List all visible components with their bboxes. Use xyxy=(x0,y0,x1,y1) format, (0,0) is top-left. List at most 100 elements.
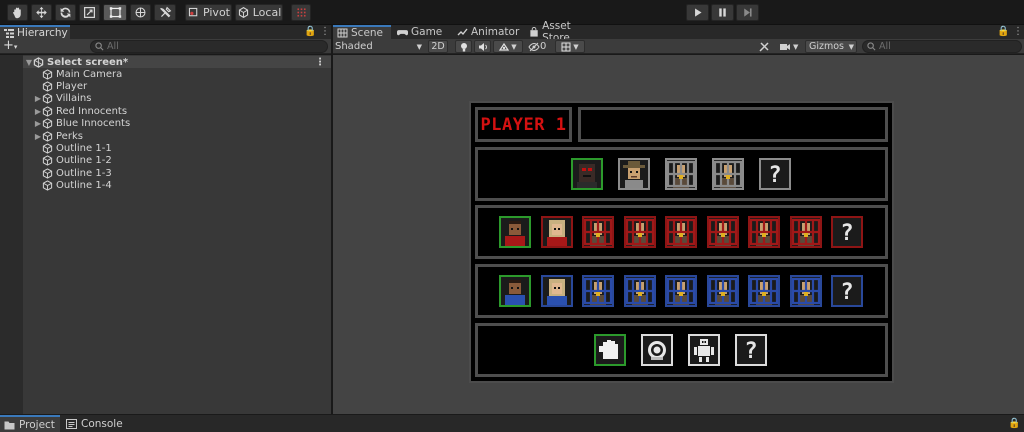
tab-asset-store[interactable]: Asset Store xyxy=(525,20,597,44)
tab-scene[interactable]: Scene xyxy=(333,25,391,39)
hierarchy-gutter xyxy=(0,55,23,414)
hierarchy-item-label: Outline 1-3 xyxy=(56,167,112,179)
expand-arrow-icon[interactable]: ▶ xyxy=(34,132,42,141)
player-select-panel[interactable]: PLAYER 1 ? ? ? ? xyxy=(469,101,894,383)
cube-icon xyxy=(42,118,53,129)
pivot-toggle-button[interactable]: Pivot xyxy=(185,4,232,21)
cube-icon xyxy=(42,180,53,191)
perks-slot-fist-selected[interactable] xyxy=(594,334,626,366)
red-slot-caged[interactable] xyxy=(789,216,822,248)
red-slot-caged[interactable] xyxy=(623,216,656,248)
grid-visibility-dropdown[interactable]: ▼ xyxy=(555,40,585,53)
move-icon xyxy=(36,6,47,19)
tab-console[interactable]: Console xyxy=(62,415,126,432)
scene-search-placeholder: All xyxy=(879,41,891,52)
scene-menu-icon[interactable]: ⋮ xyxy=(315,57,325,68)
local-toggle-button[interactable]: Local xyxy=(235,4,283,21)
transform-tool-button[interactable] xyxy=(130,4,151,21)
red-slot-red-woman[interactable] xyxy=(540,216,573,248)
red-slot-caged[interactable] xyxy=(582,216,614,248)
red-slot-caged[interactable] xyxy=(665,216,697,248)
hierarchy-item[interactable]: Outline 1-3 xyxy=(23,167,331,179)
step-button[interactable] xyxy=(736,4,759,21)
red-slot-caged[interactable] xyxy=(706,216,739,248)
scene-search-input[interactable]: All xyxy=(862,40,1022,53)
expand-arrow-icon[interactable]: ▶ xyxy=(34,119,42,128)
camera-dropdown[interactable]: ▼ xyxy=(779,40,805,53)
expand-arrow-icon[interactable]: ▶ xyxy=(34,94,42,103)
perks-slot-unknown[interactable]: ? xyxy=(735,334,767,366)
villains-slot-caged[interactable] xyxy=(665,158,697,190)
tools-settings-button[interactable] xyxy=(758,40,774,53)
cube-icon xyxy=(42,130,53,142)
hierarchy-item[interactable]: Main Camera xyxy=(23,68,331,80)
tab-animator[interactable]: Animator xyxy=(453,25,523,39)
hierarchy-search-input[interactable]: All xyxy=(90,40,328,53)
perks-slot-robot[interactable] xyxy=(688,334,720,366)
scene-panel-menu-icon[interactable]: ⋮ xyxy=(1013,26,1023,37)
gizmos-dropdown[interactable]: Gizmos ▼ xyxy=(805,40,857,53)
hierarchy-item[interactable]: ▶ Blue Innocents xyxy=(23,118,331,130)
svg-text:?: ? xyxy=(744,339,757,364)
hierarchy-item[interactable]: ▶ Villains xyxy=(23,93,331,105)
blue-slot-blue-man-selected[interactable] xyxy=(499,275,531,307)
panel-menu-icon[interactable]: ⋮ xyxy=(320,26,330,37)
blue-slot-caged[interactable] xyxy=(665,275,697,307)
audio-toggle[interactable] xyxy=(474,40,491,53)
player-name-box[interactable] xyxy=(578,107,888,142)
scene-lock-icon[interactable]: 🔒 xyxy=(997,26,1009,37)
blue-slot-caged[interactable] xyxy=(623,275,656,307)
rect-tool-button[interactable] xyxy=(103,4,127,21)
hierarchy-list-icon xyxy=(4,28,14,38)
blue-slot-caged[interactable] xyxy=(789,275,822,307)
hierarchy-item[interactable]: Player xyxy=(23,80,331,92)
villains-slot-cowboy[interactable] xyxy=(618,158,650,190)
move-tool-button[interactable] xyxy=(31,4,52,21)
rotate-tool-button[interactable] xyxy=(55,4,76,21)
blue-slot-unknown[interactable]: ? xyxy=(831,275,863,307)
blue-slot-caged[interactable] xyxy=(748,275,780,307)
red-slot-caged[interactable] xyxy=(748,216,780,248)
bottom-lock-icon[interactable]: 🔒 xyxy=(1008,418,1020,429)
play-button[interactable] xyxy=(686,4,709,21)
blue-slot-blue-woman[interactable] xyxy=(540,275,573,307)
blue-slot-caged[interactable] xyxy=(706,275,739,307)
play-icon xyxy=(695,8,702,17)
custom-tools-button[interactable] xyxy=(154,4,176,21)
hierarchy-item[interactable]: ▶ Perks xyxy=(23,130,331,142)
blue-slot-caged[interactable] xyxy=(582,275,614,307)
villains-slot-caged[interactable] xyxy=(712,158,744,190)
2d-mode-button[interactable]: 2D xyxy=(428,40,448,53)
effects-dropdown[interactable]: ▼ xyxy=(493,40,523,53)
lighting-toggle[interactable] xyxy=(455,40,472,53)
scene-viewport[interactable]: PLAYER 1 ? ? ? ? xyxy=(333,55,1024,414)
create-button[interactable]: +▾ xyxy=(3,39,23,53)
tab-project[interactable]: Project xyxy=(0,415,60,432)
tab-game[interactable]: Game xyxy=(393,25,451,39)
hidden-objects-toggle[interactable]: 0 xyxy=(528,40,552,53)
expand-arrow-icon[interactable]: ▼ xyxy=(25,58,33,67)
expand-arrow-icon[interactable]: ▶ xyxy=(34,107,42,116)
villains-slot-unknown[interactable]: ? xyxy=(759,158,791,190)
folder-icon xyxy=(4,421,15,430)
tab-console-label: Console xyxy=(81,418,123,430)
villains-slot-face-selected[interactable] xyxy=(571,158,603,190)
caged-portrait-icon xyxy=(584,277,612,305)
hierarchy-item[interactable]: ▶ Red Innocents xyxy=(23,105,331,117)
red-slot-unknown[interactable]: ? xyxy=(831,216,863,248)
scene-row[interactable]: ▼ Select screen* ⋮ xyxy=(23,56,331,68)
pause-button[interactable] xyxy=(711,4,734,21)
hand-tool-button[interactable] xyxy=(7,4,28,21)
local-label: Local xyxy=(252,6,282,19)
grid-snap-button[interactable] xyxy=(291,4,311,21)
hierarchy-item[interactable]: Outline 1-2 xyxy=(23,155,331,167)
scale-tool-button[interactable] xyxy=(79,4,100,21)
hierarchy-item[interactable]: Outline 1-4 xyxy=(23,180,331,192)
hierarchy-item[interactable]: Outline 1-1 xyxy=(23,142,331,154)
lock-icon[interactable]: 🔒 xyxy=(304,26,316,37)
hierarchy-tab[interactable]: Hierarchy xyxy=(0,25,70,39)
perks-slot-coin[interactable] xyxy=(641,334,673,366)
red-slot-red-man-selected[interactable] xyxy=(499,216,531,248)
shading-mode-dropdown[interactable]: Shaded ▼ xyxy=(335,40,425,53)
cube-icon xyxy=(42,68,53,80)
